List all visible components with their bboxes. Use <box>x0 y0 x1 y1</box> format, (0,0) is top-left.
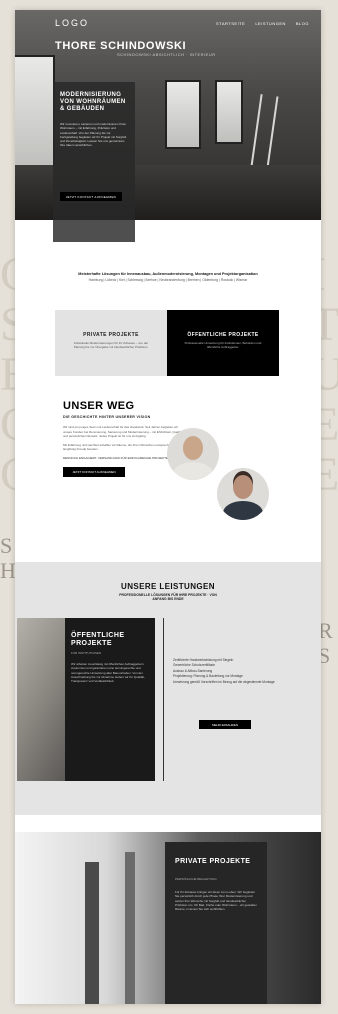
logo[interactable]: LOGO <box>55 18 89 28</box>
private-projects-detail: PRIVATE PROJEKTE PERSÖNLICHE BEGLEITUNG … <box>165 842 267 1004</box>
card-title: PRIVATE PROJEKTE <box>83 332 139 338</box>
column <box>85 862 99 1004</box>
services-section: UNSERE LEISTUNGEN PROFESSIONELLE LÖSUNGE… <box>15 562 321 815</box>
card-text: Individuelle Modernisierungen für Ihr Zu… <box>73 341 149 349</box>
services-card-text: Wir arbeiten zuverlässig mit öffentliche… <box>71 662 145 684</box>
column <box>125 852 135 1004</box>
nav-link-leistungen[interactable]: LEISTUNGEN <box>255 21 286 26</box>
hero-contact-button[interactable]: JETZT KONTAKT AUFNEHMEN <box>60 192 122 201</box>
services-card-kicker: FÜR INSTITUTIONEN <box>71 651 101 655</box>
private-section: PRIVATE PROJEKTE PERSÖNLICHE BEGLEITUNG … <box>15 832 321 1004</box>
services-list: Zertifizierte Handwerksleistung mit Sieg… <box>173 658 293 685</box>
hero-subtitle: SCHINDOWSKI ABSICHTLICH · INTERIEUR <box>117 52 216 57</box>
hero-title: THORE SCHINDOWSKI <box>55 40 187 52</box>
background-letter: S <box>0 533 15 558</box>
hero-window <box>165 80 201 149</box>
services-more-button[interactable]: MEHR ERFAHREN <box>199 720 251 729</box>
services-title: UNSERE LEISTUNGEN <box>121 582 215 591</box>
public-projects-card[interactable]: ÖFFENTLICHE PROJEKTE Professionelle Umse… <box>167 310 279 376</box>
card-text: Professionelle Umsetzung für Institution… <box>184 341 262 349</box>
tagline: Meisterhafte Lösungen für Innenausbau, A… <box>15 272 321 282</box>
tagline-main: Meisterhafte Lösungen für Innenausbau, A… <box>78 272 258 276</box>
tagline-locations: Hamburg | Lübeck | Kiel | Schleswig | It… <box>88 278 248 282</box>
list-item: Umsetzung gemäß Vorschriften im Bezug au… <box>173 679 275 684</box>
card-title: ÖFFENTLICHE PROJEKTE <box>187 332 259 338</box>
divider <box>163 618 164 781</box>
top-nav: LOGO STARTSEITE LEISTUNGEN BLOG <box>55 17 309 29</box>
nav-link-startseite[interactable]: STARTSEITE <box>216 21 245 26</box>
hero-card: MODERNISIERUNG VON WOHNRÄUMEN & GEBÄUDEN… <box>53 82 135 242</box>
hero-window <box>215 80 243 144</box>
services-card-title: ÖFFENTLICHE PROJEKTE <box>71 632 125 647</box>
about-text: Wir sind ein junges Team mit Leidenschaf… <box>63 425 183 438</box>
about-text: Mit Erfahrung und Herzblut schaffen wir … <box>63 442 178 452</box>
hero-card-text: Wir renovieren, sanieren und modernisier… <box>60 122 127 148</box>
services-subtitle: PROFESSIONELLE LÖSUNGEN FÜR IHRE PROJEKT… <box>119 593 217 602</box>
hero-ladder <box>249 94 279 176</box>
hero-card-heading: MODERNISIERUNG VON WOHNRÄUMEN & GEBÄUDEN <box>60 92 126 112</box>
private-projects-card[interactable]: PRIVATE PROJEKTE Individuelle Modernisie… <box>55 310 167 376</box>
avatar <box>217 468 269 520</box>
about-title: UNSER WEG <box>63 400 135 412</box>
nav-link-blog[interactable]: BLOG <box>296 21 309 26</box>
private-text: Für Ihr Zuhause bringen wir Ideen zum Le… <box>175 890 257 912</box>
avatar <box>167 428 219 480</box>
about-subtitle: DIE GESCHICHTE HINTER UNSERER VISION <box>63 415 151 419</box>
website-page: LOGO STARTSEITE LEISTUNGEN BLOG THORE SC… <box>15 10 321 1004</box>
project-cards: PRIVATE PROJEKTE Individuelle Modernisie… <box>55 310 279 376</box>
private-kicker: PERSÖNLICHE BEGLEITUNG <box>175 877 217 881</box>
hero-window <box>15 55 55 169</box>
about-section: UNSER WEG DIE GESCHICHTE HINTER UNSERER … <box>63 400 183 477</box>
services-photo <box>17 618 67 781</box>
about-text: DENNOCH ENGAGIERT. VERSAND-RAD FÜR ERFOL… <box>63 455 169 460</box>
private-title: PRIVATE PROJEKTE <box>175 858 251 865</box>
public-projects-detail: ÖFFENTLICHE PROJEKTE FÜR INSTITUTIONEN W… <box>65 618 155 781</box>
about-contact-button[interactable]: JETZT KONTAKT AUFNEHMEN <box>63 466 125 477</box>
